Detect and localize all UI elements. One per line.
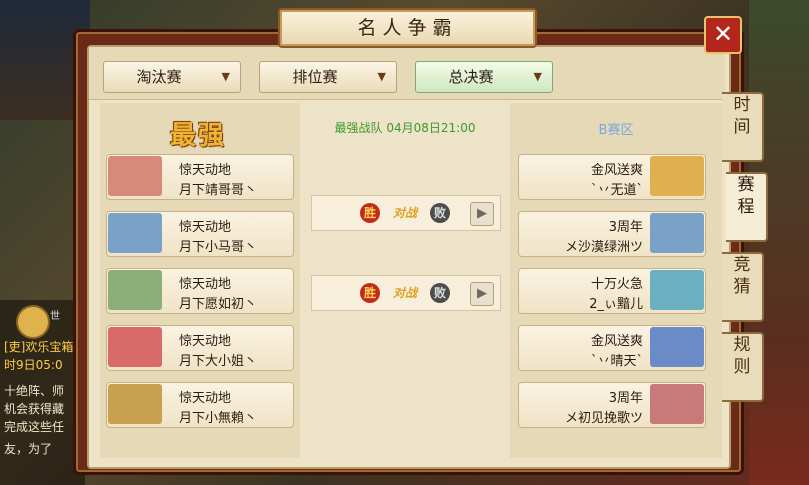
- dropdown-label: 排位赛: [292, 68, 338, 86]
- player-card[interactable]: 金风送爽 `丷晴天`: [518, 325, 706, 371]
- versus-icon: 对战: [392, 286, 417, 300]
- avatar: [108, 270, 162, 310]
- tab-rules[interactable]: 规 则: [722, 332, 764, 402]
- tab-label: 猜: [733, 277, 751, 297]
- team-name: 惊天动地: [179, 220, 232, 235]
- chat-line: 十绝阵、师: [4, 384, 65, 398]
- right-team-column: B赛区 金风送爽 `丷无道` 3周年 メ沙漠绿洲ツ 十万火急 2_ぃ黯儿 金风送…: [510, 103, 722, 458]
- match-row: 胜 对战 败 ▶: [311, 275, 501, 311]
- zone-label: B赛区: [598, 123, 634, 138]
- avatar: [108, 384, 162, 424]
- avatar: [108, 156, 162, 196]
- tab-label: 间: [733, 117, 751, 137]
- match-column: 最强战队 04月08日21:00 胜 对战 败 ▶ 胜 对战 败 ▶: [301, 103, 509, 458]
- player-name: 月下靖哥哥丶: [179, 183, 258, 198]
- player-name: 月下大小姐丶: [179, 354, 258, 369]
- window-title-plate: 名人争霸: [278, 8, 537, 48]
- player-card[interactable]: 惊天动地 月下愿如初丶: [106, 268, 294, 314]
- player-name: メ沙漠绿洲ツ: [564, 240, 643, 255]
- tab-schedule[interactable]: 赛 程: [726, 172, 768, 242]
- player-name: 2_ぃ黯儿: [589, 297, 643, 312]
- chat-line: [吏]欢乐宝箱: [4, 340, 74, 354]
- player-card[interactable]: 3周年 メ沙漠绿洲ツ: [518, 211, 706, 257]
- team-name: 惊天动地: [179, 391, 232, 406]
- team-name: 3周年: [608, 220, 643, 235]
- voice-mic-button[interactable]: [16, 305, 50, 339]
- player-name: `丷晴天`: [590, 354, 643, 369]
- left-team-column: 最强 惊天动地 月下靖哥哥丶 惊天动地 月下小马哥丶 惊天动地 月下愿如初丶 惊…: [100, 103, 300, 458]
- chevron-down-icon: ▼: [221, 70, 230, 83]
- lose-badge-icon: 败: [430, 203, 450, 223]
- match-row: 胜 对战 败 ▶: [311, 195, 501, 231]
- player-name: 月下小無賴丶: [179, 411, 258, 426]
- player-card[interactable]: 惊天动地 月下小马哥丶: [106, 211, 294, 257]
- player-name: 月下愿如初丶: [179, 297, 258, 312]
- team-name: 金风送爽: [590, 163, 643, 178]
- dropdown-ranking[interactable]: 排位赛 ▼: [259, 61, 397, 93]
- tab-label: 规: [733, 335, 751, 355]
- player-card[interactable]: 十万火急 2_ぃ黯儿: [518, 268, 706, 314]
- close-button[interactable]: ✕: [704, 16, 742, 54]
- dropdown-finals[interactable]: 总决赛 ▼: [415, 61, 553, 93]
- avatar: [650, 384, 704, 424]
- tab-label: 程: [737, 197, 755, 217]
- win-badge-icon: 胜: [360, 203, 380, 223]
- player-card[interactable]: 惊天动地 月下小無賴丶: [106, 382, 294, 428]
- chat-line: 机会获得藏: [4, 402, 65, 416]
- chevron-down-icon: ▼: [533, 70, 542, 83]
- avatar: [650, 270, 704, 310]
- win-badge-icon: 胜: [360, 283, 380, 303]
- player-card[interactable]: 3周年 メ初见挽歌ツ: [518, 382, 706, 428]
- chat-line: 友，为了: [4, 442, 53, 456]
- avatar: [108, 327, 162, 367]
- tab-time[interactable]: 时 间: [722, 92, 764, 162]
- chevron-down-icon: ▼: [377, 70, 386, 83]
- team-name: 十万火急: [590, 277, 643, 292]
- avatar: [108, 213, 162, 253]
- player-card[interactable]: 金风送爽 `丷无道`: [518, 154, 706, 200]
- team-name: 3周年: [608, 391, 643, 406]
- team-name: 金风送爽: [590, 334, 643, 349]
- player-card[interactable]: 惊天动地 月下靖哥哥丶: [106, 154, 294, 200]
- team-name: 惊天动地: [179, 277, 232, 292]
- player-name: `丷无道`: [590, 183, 643, 198]
- chat-line: 完成这些任: [4, 420, 65, 434]
- tab-guess[interactable]: 竞 猜: [722, 252, 764, 322]
- video-replay-icon[interactable]: ▶: [470, 202, 494, 226]
- lose-badge-icon: 败: [430, 283, 450, 303]
- avatar: [650, 327, 704, 367]
- tab-label: 则: [733, 357, 751, 377]
- dropdown-knockout[interactable]: 淘汰赛 ▼: [103, 61, 241, 93]
- dialog-panel: 淘汰赛 ▼ 排位赛 ▼ 总决赛 ▼ 最强 惊天动地 月下靖哥哥丶 惊天动地 月下…: [87, 45, 731, 469]
- avatar: [650, 213, 704, 253]
- player-card[interactable]: 惊天动地 月下大小姐丶: [106, 325, 294, 371]
- match-schedule-info: 最强战队 04月08日21:00: [334, 121, 476, 135]
- strongest-heading: 最强: [170, 121, 227, 151]
- versus-icon: 对战: [392, 206, 417, 220]
- player-name: 月下小马哥丶: [179, 240, 258, 255]
- window-title: 名人争霸: [357, 17, 458, 39]
- team-name: 惊天动地: [179, 163, 232, 178]
- dropdown-label: 总决赛: [448, 68, 494, 86]
- dropdown-label: 淘汰赛: [136, 68, 182, 86]
- chat-line: 时9日05:0: [4, 358, 63, 372]
- tab-label: 时: [733, 95, 751, 115]
- avatar: [650, 156, 704, 196]
- video-replay-icon[interactable]: ▶: [470, 282, 494, 306]
- team-name: 惊天动地: [179, 334, 232, 349]
- mic-channel-label: 世: [50, 311, 60, 322]
- tab-label: 赛: [737, 175, 755, 195]
- background-scene-right: [749, 0, 809, 485]
- tab-label: 竞: [733, 255, 751, 275]
- player-name: メ初见挽歌ツ: [564, 411, 643, 426]
